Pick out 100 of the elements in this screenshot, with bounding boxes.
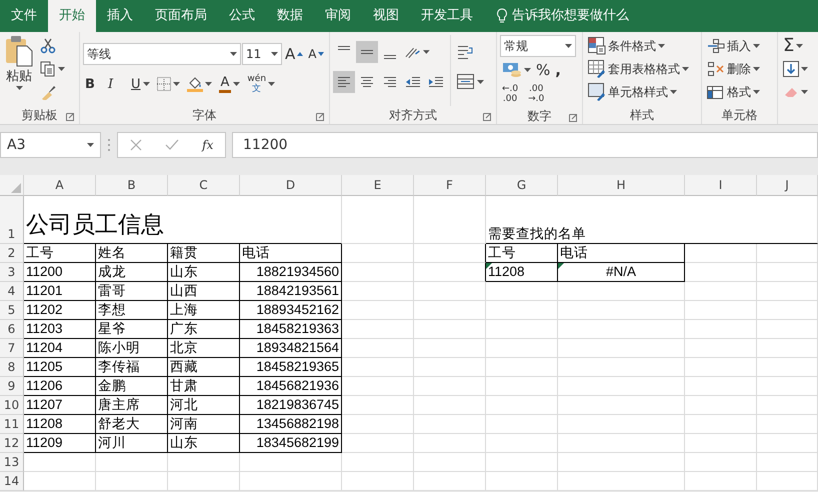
spreadsheet-cell: 姓名 [96,244,168,263]
column-header[interactable]: H [558,175,685,196]
ribbon-tab[interactable]: 开发工具 [410,0,484,32]
empty-cell [757,282,818,301]
spreadsheet-cell: 雷哥 [96,282,168,301]
column-header[interactable]: B [96,175,168,196]
column-header[interactable]: A [24,175,96,196]
insert-function-button[interactable]: fx [200,134,216,156]
column-header[interactable]: C [168,175,240,196]
row-header[interactable]: 6 [0,320,24,339]
row-header[interactable]: 2 [0,244,24,263]
underline-button[interactable]: U [129,73,152,95]
select-all-icon [11,183,21,193]
spreadsheet-cell: 电话 [240,244,342,263]
empty-cell [685,244,757,263]
styles-menu-button[interactable]: 单元格样式 [586,81,691,103]
cells-menu-button[interactable]: 插入 [705,35,762,57]
row-header[interactable]: 12 [0,434,24,453]
grow-font-button[interactable]: A [283,43,306,65]
comma-button[interactable]: , [553,59,563,81]
spreadsheet-cell: 18842193561 [240,282,342,301]
clipboard-icon [5,35,33,67]
empty-cell [757,263,818,282]
decrease-decimal-button[interactable]: .00 →.0 [526,83,546,107]
caret-icon [796,44,804,48]
column-header[interactable]: F [414,175,486,196]
empty-cell [342,301,414,320]
spreadsheet-cell: 18345682199 [240,434,342,453]
phonetic-guide-button[interactable]: wén 文 [245,73,278,95]
ribbon-tab[interactable]: 数据 [266,0,314,32]
number-format-field[interactable]: 常规 [500,35,576,57]
ribbon-tab[interactable]: 开始 [48,0,96,32]
group-label: 单元格 [722,107,758,124]
shrink-font-button[interactable]: A [306,43,326,65]
caret-icon [753,67,760,71]
spreadsheet-cell: 广东 [168,320,240,339]
row-header[interactable]: 13 [0,453,24,472]
ribbon-tab[interactable]: 插入 [96,0,144,32]
spreadsheet-cell: 工号 [486,244,558,263]
ribbon-tab[interactable]: 视图 [362,0,410,32]
row-header[interactable]: 9 [0,377,24,396]
dialog-launcher-icon [316,113,324,121]
row-header[interactable]: 7 [0,339,24,358]
ribbon-tab[interactable]: 页面布局 [144,0,218,32]
column-header[interactable]: E [342,175,414,196]
search-prompt[interactable]: 告诉我你想要做什么 [512,6,629,26]
empty-cell [757,339,818,358]
spreadsheet-cell: 11203 [24,320,96,339]
increase-decimal-button[interactable]: ←.0 .00 [500,83,520,107]
close-icon [130,139,142,151]
paste-button[interactable]: 粘贴 [3,35,35,101]
checkmark-icon [164,139,179,151]
empty-cell [757,320,818,339]
column-header[interactable]: G [486,175,558,196]
font-name-field[interactable]: 等线 [83,43,241,65]
row-header[interactable]: 3 [0,263,24,282]
empty-cell [486,396,558,415]
spreadsheet-cell: 18934821564 [240,339,342,358]
font-size-field[interactable]: 11 [242,43,282,65]
row-header[interactable]: 14 [0,472,24,491]
ribbon-tab[interactable]: 公式 [218,0,266,32]
empty-cell [486,339,558,358]
ribbon-tab[interactable]: 审阅 [314,0,362,32]
row-header[interactable]: 8 [0,358,24,377]
ribbon-tab[interactable]: 文件 [0,0,48,32]
row-header[interactable]: 10 [0,396,24,415]
alignment-button[interactable] [356,41,378,63]
empty-cell [342,196,414,244]
align-bottom-icon [383,55,397,59]
spreadsheet-cell: 河北 [168,396,240,415]
percent-button[interactable]: % [534,59,552,81]
alignment-button[interactable] [333,71,355,93]
sheet-title: 公司员工信息 [24,196,342,244]
name-box[interactable]: A3 [0,132,101,158]
cells-menu-button[interactable]: 格式 [705,81,762,103]
row-header[interactable]: 5 [0,301,24,320]
row-header[interactable]: 1 [0,196,24,244]
column-header[interactable]: D [240,175,342,196]
column-header[interactable]: J [757,175,818,196]
autosum-button[interactable]: Σ [781,35,810,57]
column-header[interactable]: I [685,175,757,196]
insert-cells-icon [707,38,725,54]
empty-cell [414,358,486,377]
spreadsheet-cell: 18219836745 [240,396,342,415]
fill-button[interactable] [781,58,810,80]
formula-input[interactable]: 11200 [232,132,818,158]
bold-button[interactable]: B [83,73,103,95]
row-header[interactable]: 11 [0,415,24,434]
row-header[interactable]: 4 [0,282,24,301]
font-color-button[interactable]: A [216,73,242,95]
caret-icon [233,82,240,86]
styles-menu-button[interactable]: 套用表格格式 [586,58,691,80]
styles-menu-button[interactable]: 条件格式 [586,35,691,57]
empty-cell [342,244,414,263]
cells-menu-button[interactable]: 删除 [705,58,762,80]
italic-button[interactable]: I [106,73,126,95]
empty-cell [342,472,414,491]
spreadsheet-cell: 11205 [24,358,96,377]
empty-cell [486,472,558,491]
borders-icon [156,77,171,91]
